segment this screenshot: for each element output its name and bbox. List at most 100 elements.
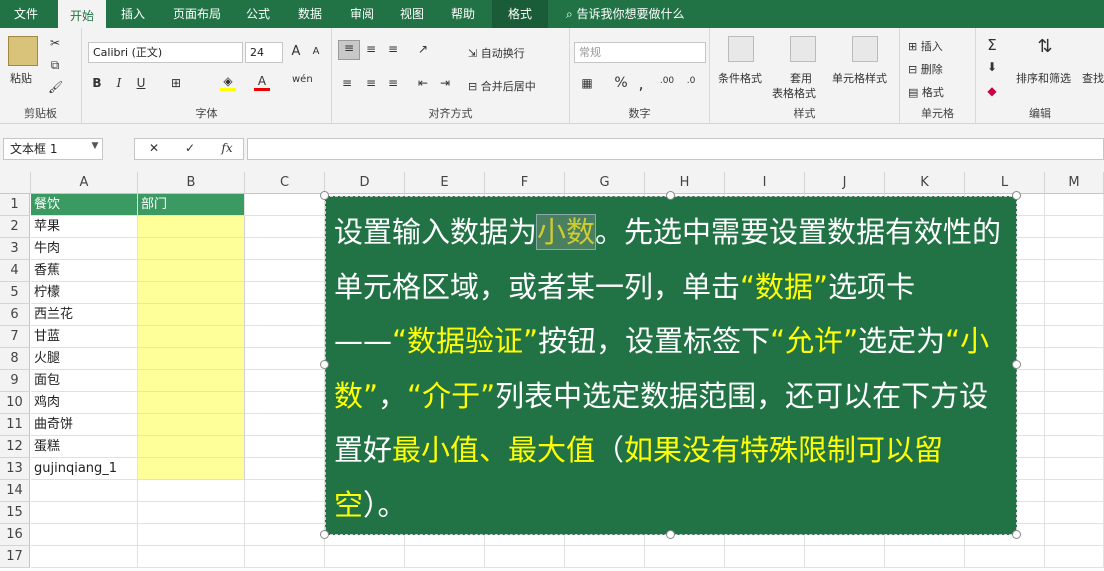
cell-h17[interactable] (645, 546, 725, 568)
column-header-m[interactable]: M (1045, 172, 1104, 194)
name-box[interactable]: 文本框 1 (3, 138, 103, 160)
cell-m6[interactable] (1045, 304, 1104, 326)
cell-a2[interactable]: 苹果 (31, 216, 138, 238)
row-header-13[interactable]: 13 (0, 458, 30, 480)
phonetic-icon[interactable]: wén (292, 74, 313, 85)
insert-cells-button[interactable]: ⊞ 插入 (908, 38, 943, 54)
cell-b12[interactable] (138, 436, 245, 458)
column-header-g[interactable]: G (565, 172, 645, 194)
clear-icon[interactable]: ◆ (984, 84, 1000, 98)
orientation-icon[interactable]: ↗ (414, 42, 432, 56)
tab-data[interactable]: 数据 (288, 0, 332, 28)
underline-button[interactable]: U (134, 76, 148, 90)
decrease-decimal-icon[interactable]: .0 (682, 76, 700, 86)
grow-font-button[interactable]: A (289, 44, 303, 59)
column-header-h[interactable]: H (645, 172, 725, 194)
row-header-7[interactable]: 7 (0, 326, 30, 348)
cell-a3[interactable]: 牛肉 (31, 238, 138, 260)
cell-b11[interactable] (138, 414, 245, 436)
tab-view[interactable]: 视图 (390, 0, 434, 28)
tab-page-layout[interactable]: 页面布局 (164, 0, 230, 28)
cell-a8[interactable]: 火腿 (31, 348, 138, 370)
row-header-8[interactable]: 8 (0, 348, 30, 370)
align-center-icon[interactable]: ≡ (362, 76, 380, 90)
cell-m2[interactable] (1045, 216, 1104, 238)
column-header-a[interactable]: A (31, 172, 138, 194)
cell-m3[interactable] (1045, 238, 1104, 260)
align-left-icon[interactable]: ≡ (338, 76, 356, 90)
cell-c5[interactable] (245, 282, 325, 304)
row-header-17[interactable]: 17 (0, 546, 30, 568)
resize-handle[interactable] (1012, 191, 1021, 200)
formula-input[interactable] (247, 138, 1104, 160)
align-middle-icon[interactable]: ≡ (362, 42, 380, 56)
tab-formulas[interactable]: 公式 (236, 0, 280, 28)
column-header-j[interactable]: J (805, 172, 885, 194)
fill-color-icon[interactable]: ◈ (220, 74, 236, 91)
cell-m15[interactable] (1045, 502, 1104, 524)
cell-a16[interactable] (31, 524, 138, 546)
tab-format[interactable]: 格式 (492, 0, 548, 28)
insert-function-button[interactable]: fx (219, 141, 235, 155)
merge-center-button[interactable]: ⊟ 合并后居中 (468, 78, 536, 94)
resize-handle[interactable] (666, 530, 675, 539)
cell-b16[interactable] (138, 524, 245, 546)
number-format-select[interactable]: 常规 (574, 42, 706, 63)
cell-a1[interactable]: 餐饮 (31, 194, 138, 216)
copy-icon[interactable]: ⧉ (48, 58, 62, 73)
cell-c10[interactable] (245, 392, 325, 414)
row-header-9[interactable]: 9 (0, 370, 30, 392)
cell-c17[interactable] (245, 546, 325, 568)
format-as-table-line2[interactable]: 表格格式 (772, 85, 816, 101)
cell-b4[interactable] (138, 260, 245, 282)
decrease-indent-icon[interactable]: ⇤ (414, 76, 432, 90)
resize-handle[interactable] (320, 360, 329, 369)
wrap-text-button[interactable]: ⇲ 自动换行 (468, 45, 525, 61)
comma-button[interactable]: , (636, 74, 646, 93)
font-color-icon[interactable]: A (254, 74, 270, 91)
cell-a15[interactable] (31, 502, 138, 524)
cell-a9[interactable]: 面包 (31, 370, 138, 392)
cell-c6[interactable] (245, 304, 325, 326)
cell-c3[interactable] (245, 238, 325, 260)
cell-b8[interactable] (138, 348, 245, 370)
cell-b2[interactable] (138, 216, 245, 238)
resize-handle[interactable] (1012, 530, 1021, 539)
cell-b5[interactable] (138, 282, 245, 304)
row-header-6[interactable]: 6 (0, 304, 30, 326)
resize-handle[interactable] (320, 191, 329, 200)
cell-m4[interactable] (1045, 260, 1104, 282)
borders-icon[interactable]: ⊞ (168, 76, 184, 90)
row-header-2[interactable]: 2 (0, 216, 30, 238)
cell-c9[interactable] (245, 370, 325, 392)
cell-a12[interactable]: 蛋糕 (31, 436, 138, 458)
column-header-i[interactable]: I (725, 172, 805, 194)
tab-review[interactable]: 审阅 (340, 0, 384, 28)
row-header-11[interactable]: 11 (0, 414, 30, 436)
chevron-down-icon[interactable]: ▼ (90, 141, 100, 151)
fill-icon[interactable]: ⬇ (984, 60, 1000, 74)
cell-m7[interactable] (1045, 326, 1104, 348)
cell-b15[interactable] (138, 502, 245, 524)
paste-button[interactable]: 粘贴 (10, 70, 32, 86)
column-header-l[interactable]: L (965, 172, 1045, 194)
cell-c12[interactable] (245, 436, 325, 458)
column-header-e[interactable]: E (405, 172, 485, 194)
cell-m10[interactable] (1045, 392, 1104, 414)
cell-c1[interactable] (245, 194, 325, 216)
column-header-b[interactable]: B (138, 172, 245, 194)
cell-f17[interactable] (485, 546, 565, 568)
format-cells-button[interactable]: ▤ 格式 (908, 84, 944, 100)
cell-c13[interactable] (245, 458, 325, 480)
resize-handle[interactable] (320, 530, 329, 539)
cell-e17[interactable] (405, 546, 485, 568)
cut-icon[interactable]: ✂ (48, 36, 62, 50)
row-header-10[interactable]: 10 (0, 392, 30, 414)
cell-a4[interactable]: 香蕉 (31, 260, 138, 282)
cell-a13[interactable]: gujinqiang_1 (31, 458, 138, 480)
column-header-f[interactable]: F (485, 172, 565, 194)
tab-home[interactable]: 开始 (58, 0, 106, 28)
cell-a7[interactable]: 甘蓝 (31, 326, 138, 348)
format-painter-icon[interactable]: 🖌 (48, 80, 63, 94)
format-as-table-line1[interactable]: 套用 (790, 70, 812, 86)
